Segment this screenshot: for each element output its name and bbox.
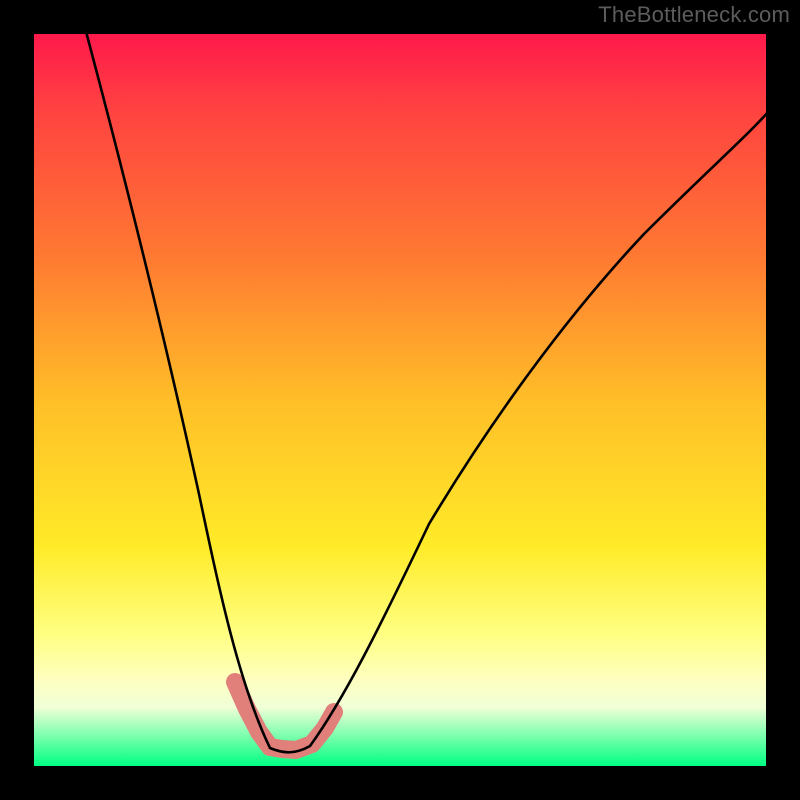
watermark-text: TheBottleneck.com [598,2,790,28]
curve-svg [34,34,766,766]
good-fit-highlight [235,682,334,750]
plot-area [34,34,766,766]
bottleneck-curve [84,34,766,752]
chart-container: TheBottleneck.com [0,0,800,800]
